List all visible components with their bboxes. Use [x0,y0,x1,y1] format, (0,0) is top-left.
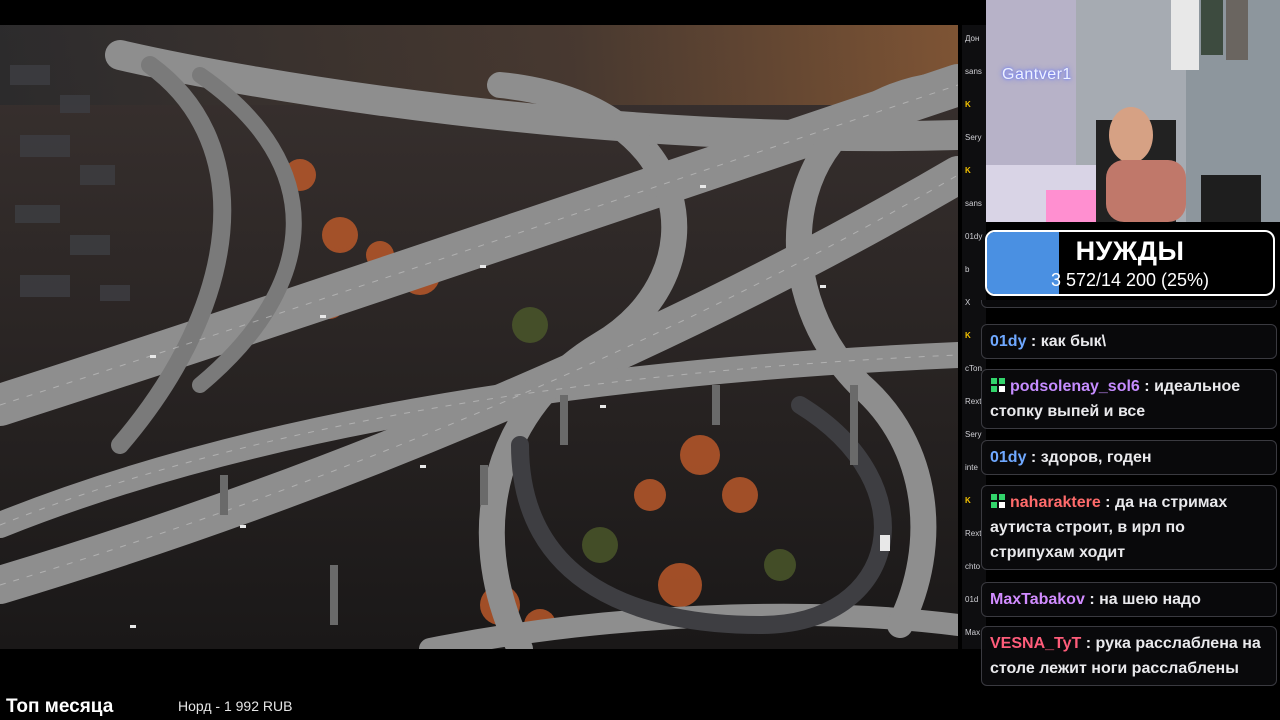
chat-message-partial [981,300,1277,308]
goal-title: НУЖДЫ [1075,236,1185,266]
webcam-feed: Gantver1 [986,0,1280,222]
chat-message: 01dy : как бык\ [981,324,1277,359]
stream-video-frame [0,25,958,649]
chat-username: 01dy [990,449,1027,466]
chat-separator: : [1085,635,1096,652]
mini-chat-line: sans [965,67,982,76]
chat-text: как бык\ [1040,333,1107,350]
mini-chat-line: K [965,100,971,109]
chat-username: VESNA_TyT [990,635,1082,652]
grid-badge-icon [991,494,1005,508]
top-month-label: Топ месяца [6,696,114,717]
top-donor-text: Норд - 1 992 RUB [178,698,293,714]
mini-chat-line: K [965,166,971,175]
chat-message: MaxTabakov : на шею надо [981,582,1277,617]
mini-chat-line: Sery [965,133,982,142]
chat-message: VESNA_TyT : рука расслаблена на столе ле… [981,626,1277,686]
chat-username: MaxTabakov [990,591,1085,608]
chat-separator: : [1144,378,1155,395]
chat-message: 01dy : здоров, годен [981,440,1277,475]
chat-text: здоров, годен [1040,449,1152,466]
chat-username: podsolenay_sol6 [1010,378,1140,395]
highway-aerial-image [0,25,958,649]
chat-separator: : [1089,591,1100,608]
mini-chat-line: sans [965,199,982,208]
chat-separator: : [1030,333,1041,350]
chat-username: naharaktere [1010,494,1101,511]
mini-chat-line: b [965,265,970,274]
webcam-image [986,0,1280,222]
chat-username: 01dy [990,333,1027,350]
mini-chat-line: Дон [965,34,980,43]
chat-text: на шею надо [1099,591,1201,608]
streamer-name-overlay: Gantver1 [1002,66,1072,83]
chat-separator: : [1030,449,1041,466]
mini-chat-line: 01dy [965,232,983,241]
donation-goal-widget: НУЖДЫ 3 572/14 200 (25%) [985,230,1275,296]
goal-progress-text: 3 572/14 200 (25%) [1050,270,1210,290]
chat-message: podsolenay_sol6 : идеальное стопку выпей… [981,369,1277,429]
chat-overlay: 01dy : как бык\ podsolenay_sol6 : идеаль… [981,300,1278,720]
chat-message: naharaktere : да на стримах аутиста стро… [981,485,1277,570]
grid-badge-icon [991,378,1005,392]
chat-separator: : [1105,494,1115,511]
